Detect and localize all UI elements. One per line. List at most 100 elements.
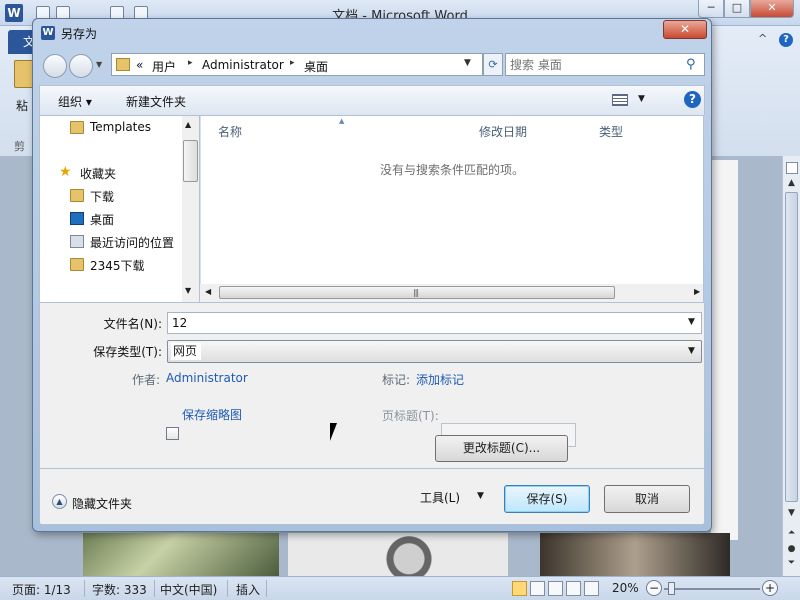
savetype-select[interactable]: 网页 ▼ (167, 340, 702, 363)
breadcrumb-administrator[interactable]: Administrator (202, 58, 284, 72)
insert-mode-indicator[interactable]: 插入 (236, 581, 260, 598)
change-title-button[interactable]: 更改标题(C)... (435, 435, 568, 462)
word-count[interactable]: 字数: 333 (92, 581, 147, 598)
breadcrumb-users[interactable]: 用户 (152, 58, 176, 75)
close-button[interactable]: ✕ (750, 0, 794, 18)
document-page[interactable] (710, 160, 738, 540)
address-bar[interactable]: « 用户 ▸ Administrator ▸ 桌面 ▼ (111, 53, 483, 76)
ribbon-collapse-icon[interactable]: ^ (758, 32, 767, 45)
zoom-slider-thumb[interactable] (668, 582, 675, 595)
change-view-icon[interactable] (612, 94, 628, 106)
scrollbar-thumb[interactable]: ||| (219, 286, 615, 299)
scroll-right-icon[interactable]: ▶ (694, 287, 700, 296)
navigation-scrollbar[interactable]: ▲ ▼ (182, 116, 199, 302)
filename-label: 文件名(N): (103, 317, 162, 331)
address-dropdown-icon[interactable]: ▼ (464, 58, 471, 68)
document-image[interactable] (83, 533, 279, 576)
search-icon[interactable]: ⚲ (686, 57, 696, 72)
document-image[interactable] (540, 533, 730, 576)
new-folder-button[interactable]: 新建文件夹 (126, 93, 186, 110)
sidebar-item-2345-downloads[interactable]: 2345下载 (40, 254, 180, 276)
sort-indicator-icon: ▲ (339, 117, 345, 125)
filename-dropdown-icon[interactable]: ▼ (688, 317, 695, 327)
help-icon[interactable]: ? (779, 33, 793, 47)
zoom-level[interactable]: 20% (612, 581, 639, 595)
savetype-label: 保存类型(T): (93, 345, 162, 359)
full-screen-reading-icon[interactable] (530, 581, 545, 596)
file-list-content[interactable]: ▲ 名称 修改日期 类型 没有与搜索条件匹配的项。 (200, 116, 703, 284)
language-indicator[interactable]: 中文(中国) (160, 581, 217, 598)
maximize-button[interactable]: □ (724, 0, 750, 18)
search-box[interactable]: ⚲ (505, 53, 705, 76)
document-image[interactable] (288, 533, 508, 576)
savetype-value: 网页 (171, 343, 201, 360)
print-layout-icon[interactable] (512, 581, 527, 596)
breadcrumb-desktop[interactable]: 桌面 (304, 58, 328, 75)
breadcrumb-separator-icon[interactable]: ▸ (290, 58, 295, 68)
hide-folders-button[interactable]: 隐藏文件夹 (72, 495, 132, 512)
zoom-in-icon[interactable]: + (762, 580, 778, 596)
cancel-button[interactable]: 取消 (604, 485, 690, 513)
dialog-footer: ▲ 隐藏文件夹 工具(L) ▼ 保存(S) 取消 (39, 469, 705, 525)
save-thumbnail-checkbox[interactable] (166, 427, 179, 440)
previous-page-icon[interactable]: ⏶ (783, 528, 800, 538)
page-count[interactable]: 页面: 1/13 (12, 581, 71, 598)
minimize-button[interactable]: ─ (698, 0, 724, 18)
ruler-icon[interactable] (786, 162, 798, 174)
filename-field[interactable]: ▼ (167, 312, 702, 334)
divider (266, 580, 267, 597)
filename-input[interactable] (172, 315, 672, 331)
tags-value[interactable]: 添加标记 (416, 371, 464, 388)
sidebar-item-downloads[interactable]: 下载 (40, 185, 180, 207)
browse-object-icon[interactable]: ● (783, 544, 800, 554)
author-value[interactable]: Administrator (166, 371, 248, 385)
column-header-type[interactable]: 类型 (599, 123, 623, 140)
scroll-left-icon[interactable]: ◀ (205, 287, 211, 296)
dialog-title: 另存为 (61, 27, 98, 41)
save-button[interactable]: 保存(S) (504, 485, 590, 513)
back-button[interactable] (43, 54, 67, 78)
breadcrumb-overflow[interactable]: « (136, 58, 143, 72)
next-page-icon[interactable]: ⏷ (783, 558, 800, 568)
scrollbar-thumb[interactable] (785, 192, 798, 502)
sidebar-item-desktop[interactable]: 桌面 (40, 208, 180, 230)
status-bar: 页面: 1/13 字数: 333 中文(中国) 插入 20% − + (0, 576, 800, 600)
dialog-close-button[interactable]: ✕ (663, 20, 707, 39)
draft-view-icon[interactable] (584, 581, 599, 596)
column-header-name[interactable]: 名称 (218, 123, 242, 140)
web-layout-icon[interactable] (548, 581, 563, 596)
history-dropdown-icon[interactable]: ▼ (96, 60, 102, 69)
navigation-pane: Templates ★ 收藏夹 下载 桌面 最近访问的位置 2345下载 ▲ ▼ (39, 115, 199, 303)
vertical-scrollbar[interactable]: ▲ ▼ ⏶ ● ⏷ (782, 156, 800, 576)
column-header-modified[interactable]: 修改日期 (479, 123, 527, 140)
help-icon[interactable]: ? (684, 91, 701, 108)
scroll-down-icon[interactable]: ▼ (783, 508, 800, 518)
collapse-icon[interactable]: ▲ (52, 494, 67, 509)
view-options-dropdown-icon[interactable]: ▼ (638, 94, 645, 104)
chevron-down-icon[interactable]: ▼ (688, 346, 695, 356)
breadcrumb-separator-icon[interactable]: ▸ (188, 58, 193, 68)
sidebar-item-favorites[interactable]: ★ 收藏夹 (40, 162, 180, 184)
sidebar-item-templates[interactable]: Templates (40, 117, 180, 139)
horizontal-scrollbar[interactable]: ◀ ||| ▶ (200, 284, 703, 302)
scroll-down-icon[interactable]: ▼ (185, 286, 191, 295)
paste-label[interactable]: 粘 (16, 97, 28, 114)
organize-button[interactable]: 组织 ▾ (58, 93, 92, 110)
zoom-out-icon[interactable]: − (646, 580, 662, 596)
outline-view-icon[interactable] (566, 581, 581, 596)
refresh-icon[interactable]: ⟳ (483, 53, 503, 76)
save-thumbnail-label[interactable]: 保存缩略图 (182, 406, 242, 423)
scroll-up-icon[interactable]: ▲ (783, 178, 800, 188)
file-list[interactable]: ▲ 名称 修改日期 类型 没有与搜索条件匹配的项。 ◀ ||| ▶ (199, 115, 704, 303)
scrollbar-thumb[interactable] (183, 140, 198, 182)
search-input[interactable] (510, 56, 682, 73)
tools-dropdown-icon[interactable]: ▼ (477, 491, 484, 501)
folder-icon (116, 58, 130, 71)
sidebar-item-recent-places[interactable]: 最近访问的位置 (40, 231, 180, 253)
forward-button[interactable] (69, 54, 93, 78)
zoom-slider[interactable] (664, 588, 760, 590)
tools-button[interactable]: 工具(L) (420, 489, 460, 506)
scroll-up-icon[interactable]: ▲ (185, 120, 191, 129)
mouse-cursor-icon (330, 423, 337, 441)
sidebar-item-label: 下载 (90, 190, 115, 204)
